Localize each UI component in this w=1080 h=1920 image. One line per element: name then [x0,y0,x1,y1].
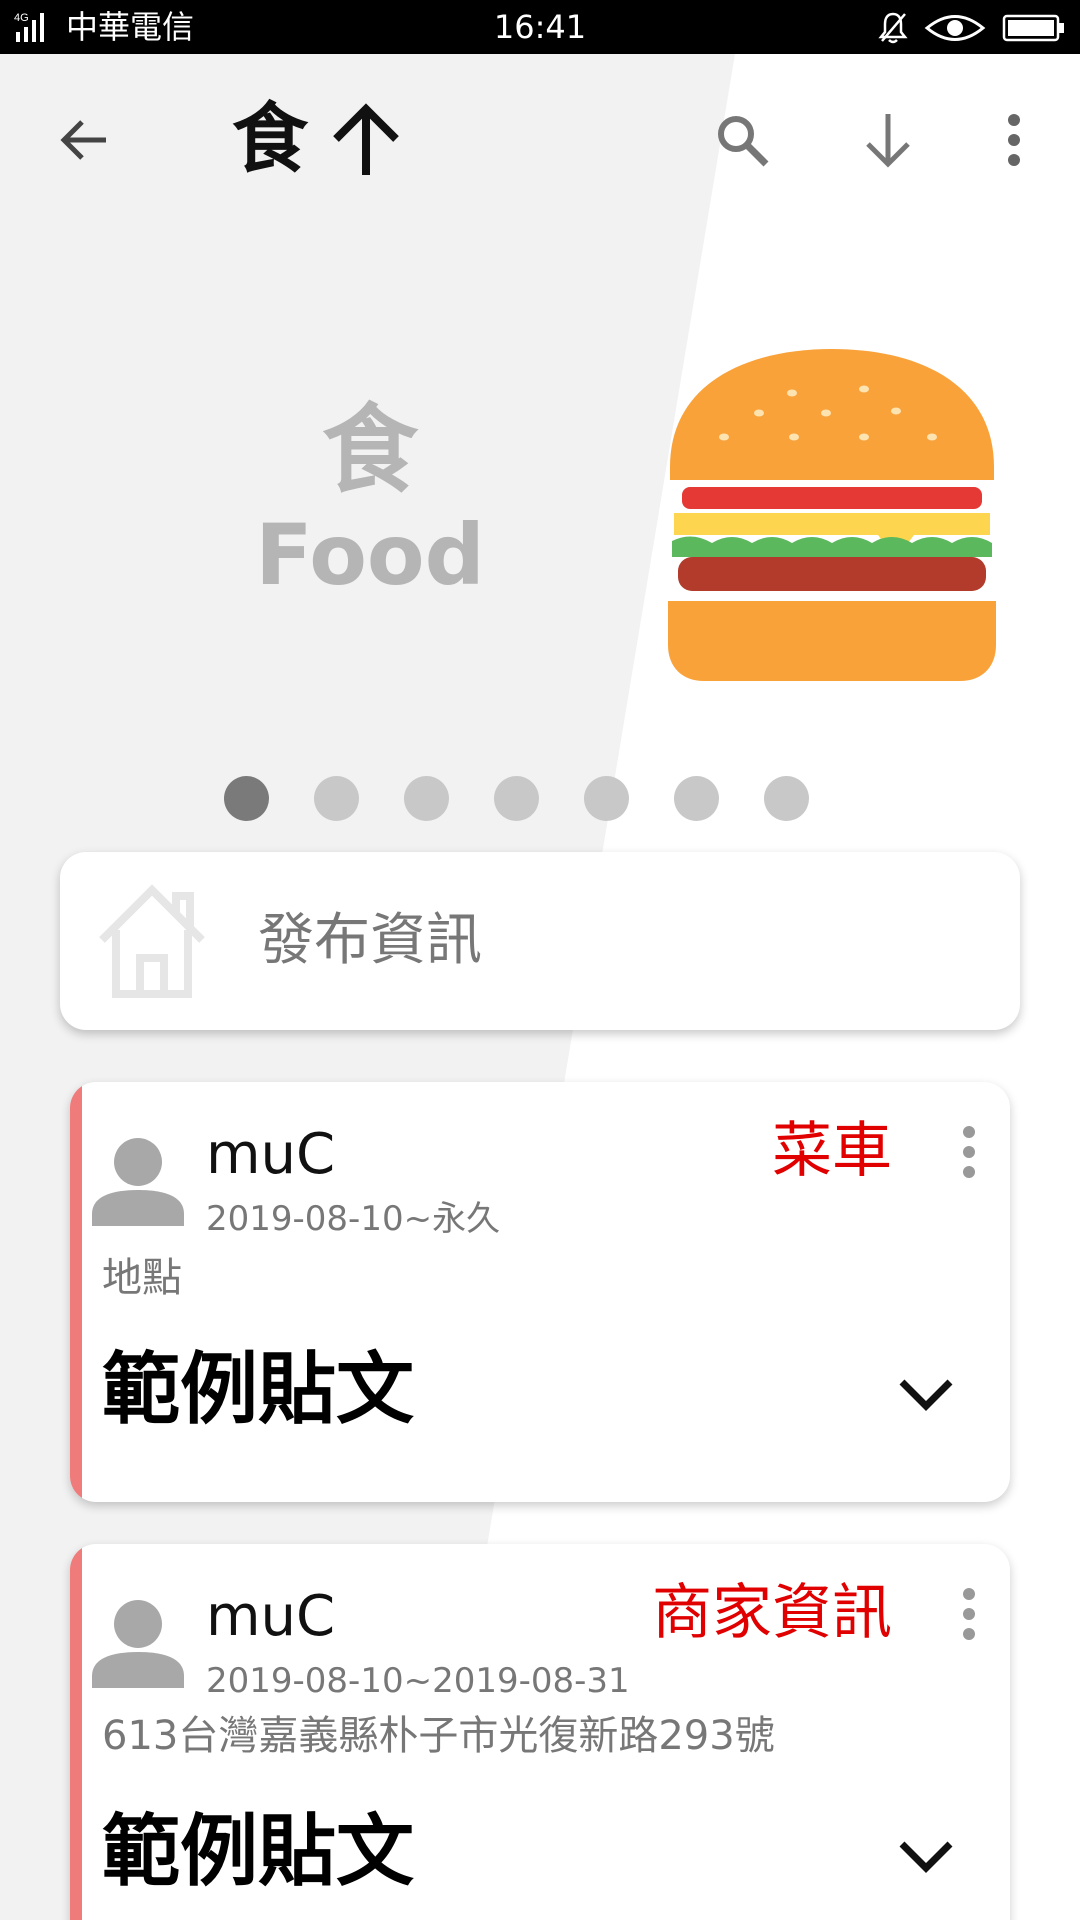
card-location: 地點 [102,1255,182,1301]
title-group[interactable]: 食 [232,94,402,184]
card-username: muC [206,1122,336,1187]
card-category-tag: 菜車 [772,1116,892,1186]
page-dot-2[interactable] [314,776,359,821]
hero-category-label: 食 Food [225,395,515,605]
card-accent-bar [70,1082,82,1502]
card-date-range: 2019-08-10~2019-08-31 [206,1661,630,1701]
page-dot-6[interactable] [674,776,719,821]
arrow-up-icon [333,103,399,175]
page-indicator [224,776,809,821]
screen: 4G 中華電信 16:41 食 食 Food 發布資訊 muC 2019-08-… [0,0,1080,1920]
page-dot-4[interactable] [494,776,539,821]
status-bar: 4G 中華電信 16:41 [0,0,1080,54]
page-dot-5[interactable] [584,776,629,821]
card-title: 範例貼文 [102,1345,415,1435]
avatar [92,1138,184,1226]
post-card[interactable]: muC 2019-08-10~2019-08-31 613台灣嘉義縣朴子市光復新… [70,1544,1010,1920]
card-location: 613台灣嘉義縣朴子市光復新路293號 [102,1713,775,1759]
avatar [92,1600,184,1688]
card-more-icon[interactable] [954,1584,984,1644]
status-right [878,8,1066,48]
more-options-button[interactable] [990,104,1038,176]
page-dot-1[interactable] [224,776,269,821]
back-arrow-icon [60,120,106,160]
page-dot-3[interactable] [404,776,449,821]
page-dot-7[interactable] [764,776,809,821]
more-vert-icon [1008,114,1020,166]
card-accent-bar [70,1544,82,1920]
home-icon [99,884,205,998]
eye-comfort-icon [924,15,986,41]
card-date-range: 2019-08-10~永久 [206,1199,501,1239]
hero-label-zh: 食 [322,394,418,506]
card-username: muC [206,1584,336,1649]
battery-icon [1002,14,1064,42]
burger-icon [668,349,996,681]
chevron-down-icon[interactable] [898,1836,954,1876]
hero-label-en: Food [255,506,485,604]
chevron-down-icon[interactable] [898,1374,954,1414]
download-button[interactable] [852,104,924,176]
back-button[interactable] [48,104,120,176]
download-arrow-icon [866,114,910,168]
card-more-icon[interactable] [954,1122,984,1182]
page-title: 食 [232,94,308,183]
card-category-tag: 商家資訊 [652,1578,892,1648]
search-button[interactable] [706,104,778,176]
search-icon [718,116,769,167]
card-title: 範例貼文 [102,1807,415,1897]
post-card[interactable]: muC 2019-08-10~永久 地點 範例貼文 菜車 [70,1082,1010,1502]
mute-bell-icon [878,12,908,44]
post-info-box[interactable]: 發布資訊 [60,852,1020,1030]
post-info-placeholder: 發布資訊 [258,908,482,973]
app-bar: 食 [0,54,1080,224]
